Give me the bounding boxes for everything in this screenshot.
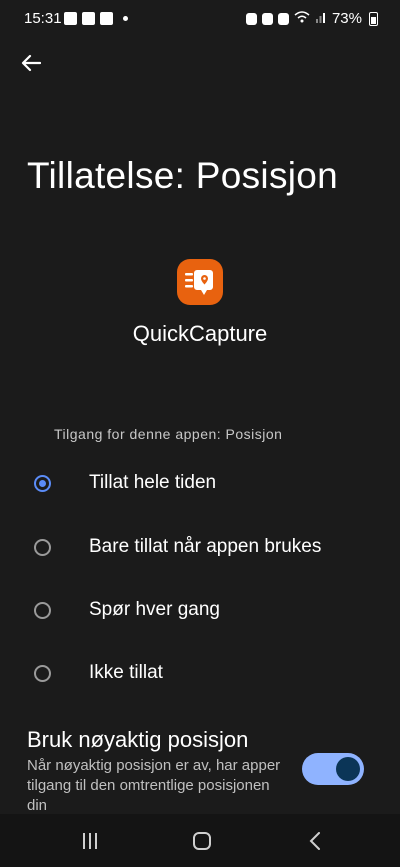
option-label: Bare tillat når appen brukes [89, 536, 322, 557]
outlook-notification-icon-2 [100, 12, 113, 25]
alarm-icon [261, 12, 273, 25]
chevron-left-icon [309, 831, 320, 850]
option-dont-allow[interactable]: Ikke tillat [0, 649, 400, 697]
gallery-notification-icon [64, 12, 77, 25]
radio-checked-icon[interactable] [34, 474, 51, 492]
option-label: Tillat hele tiden [89, 472, 217, 493]
nav-back-button[interactable] [285, 814, 345, 867]
radio-unchecked-icon[interactable] [34, 538, 51, 556]
battery-icon [369, 11, 378, 26]
system-icons: 73% [245, 10, 378, 27]
precise-location-title: Bruk nøyaktig posisjon [27, 727, 249, 752]
precise-location-toggle[interactable] [302, 753, 364, 785]
more-notifications-dot-icon [123, 16, 128, 21]
section-label: Tilgang for denne appen: Posisjon [54, 426, 283, 442]
recent-apps-button[interactable] [60, 814, 120, 867]
page-title: Tillatelse: Posisjon [27, 155, 339, 196]
home-icon [193, 831, 211, 850]
mute-icon [277, 12, 289, 25]
navigation-bar [0, 814, 400, 867]
quickcapture-app-icon [177, 259, 223, 305]
toggle-knob [336, 757, 360, 781]
option-label: Ikke tillat [89, 662, 163, 683]
option-ask-every-time[interactable]: Spør hver gang [0, 586, 400, 634]
option-label: Spør hver gang [89, 599, 220, 620]
app-name: QuickCapture [132, 321, 268, 346]
battery-percent: 73% [331, 10, 362, 27]
option-allow-all-the-time[interactable]: Tillat hele tiden [0, 459, 400, 507]
notification-icons [64, 12, 128, 25]
option-allow-while-using[interactable]: Bare tillat når appen brukes [0, 523, 400, 571]
outlook-notification-icon [82, 12, 95, 25]
home-button[interactable] [172, 814, 232, 867]
precise-location-description: Når nøyaktig posisjon er av, har apper t… [27, 757, 281, 814]
status-bar: 15:31 73% [0, 0, 400, 40]
signal-icon [315, 10, 327, 27]
status-time: 15:31 [24, 10, 62, 27]
lock-icon [245, 12, 257, 25]
wifi-icon [294, 10, 310, 27]
arrow-back-icon [21, 54, 41, 72]
recent-apps-icon [83, 832, 97, 849]
back-button[interactable] [14, 46, 48, 80]
radio-unchecked-icon[interactable] [34, 664, 51, 682]
radio-unchecked-icon[interactable] [34, 601, 51, 619]
